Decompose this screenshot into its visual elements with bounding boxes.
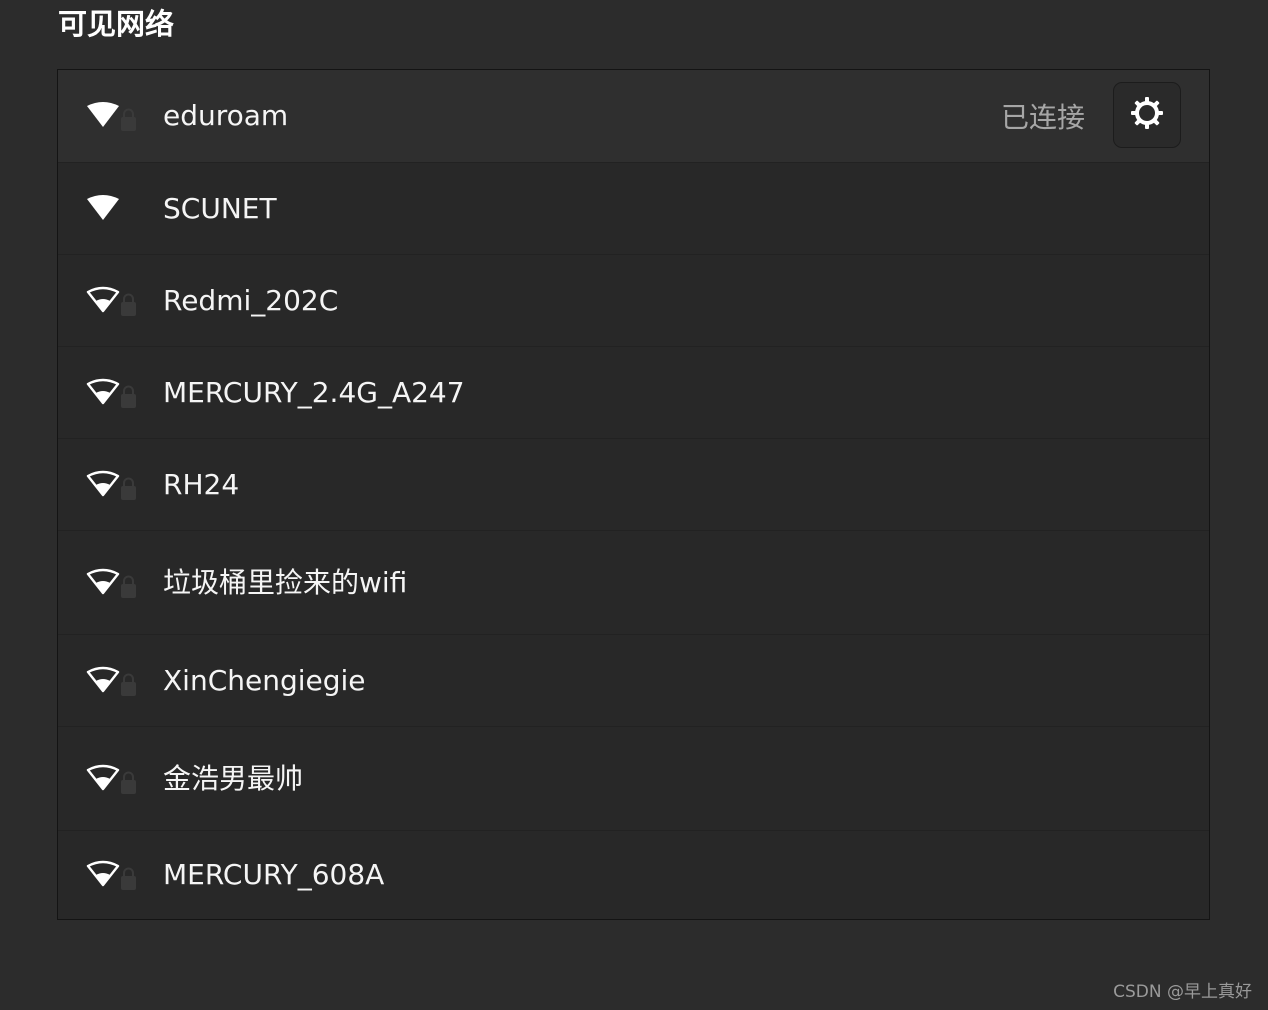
network-name: XinChengiegie [163, 664, 366, 697]
network-name: 金浩男最帅 [163, 762, 304, 795]
network-name: eduroam [163, 99, 289, 132]
network-settings-button[interactable] [1113, 82, 1181, 148]
network-name: 垃圾桶里捡来的wifi [163, 566, 408, 599]
network-row-jinhaonan[interactable]: 金浩男最帅 [58, 726, 1209, 830]
wifi-signal-weak-icon [86, 860, 136, 890]
network-row-eduroam[interactable]: eduroam 已连接 [58, 70, 1209, 162]
wifi-signal-full-icon [86, 194, 120, 224]
wifi-signal-weak-icon [86, 568, 136, 598]
network-row-xinchengiegie[interactable]: XinChengiegie [58, 634, 1209, 726]
section-title: 可见网络 [58, 7, 175, 41]
network-name: RH24 [163, 468, 240, 501]
wifi-signal-weak-icon [86, 764, 136, 794]
gear-icon [1130, 96, 1164, 134]
network-name: SCUNET [163, 192, 277, 225]
wifi-signal-weak-icon [86, 286, 136, 316]
watermark: CSDN @早上真好 [1113, 982, 1252, 1002]
network-row-mercury-608a[interactable]: MERCURY_608A [58, 830, 1209, 919]
network-row-mercury-2-4g[interactable]: MERCURY_2.4G_A247 [58, 346, 1209, 438]
wifi-settings-page: 可见网络 eduroam 已连接 SCUNET Redmi_202C MERCU… [0, 0, 1268, 1010]
wifi-signal-weak-icon [86, 666, 136, 696]
network-row-trash-wifi[interactable]: 垃圾桶里捡来的wifi [58, 530, 1209, 634]
network-name: MERCURY_2.4G_A247 [163, 376, 465, 409]
network-row-scunet[interactable]: SCUNET [58, 162, 1209, 254]
wifi-signal-weak-icon [86, 378, 136, 408]
wifi-signal-weak-icon [86, 470, 136, 500]
connected-status: 已连接 [1000, 101, 1085, 134]
network-list: eduroam 已连接 SCUNET Redmi_202C MERCURY_2.… [57, 69, 1210, 920]
network-name: MERCURY_608A [163, 858, 385, 891]
network-row-redmi-202c[interactable]: Redmi_202C [58, 254, 1209, 346]
network-name: Redmi_202C [163, 284, 339, 317]
network-row-rh24[interactable]: RH24 [58, 438, 1209, 530]
wifi-signal-full-icon [86, 101, 136, 131]
